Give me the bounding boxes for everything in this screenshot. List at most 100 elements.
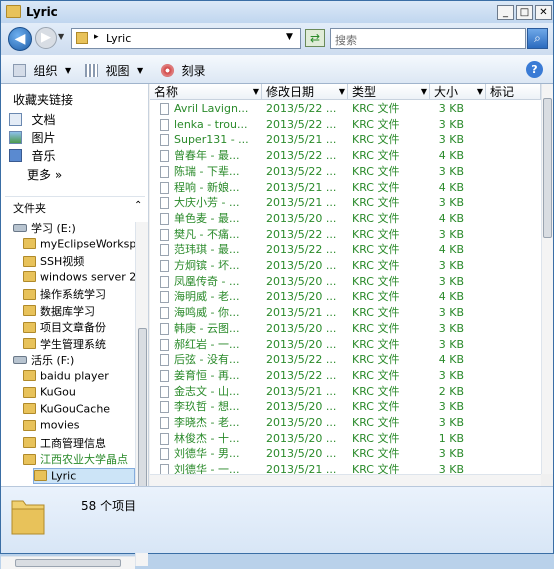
file-row[interactable]: 林俊杰 - 十... 2013/5/20 ... KRC 文件 1 KB <box>150 431 541 446</box>
file-row[interactable]: 凤凰传奇 - ... 2013/5/20 ... KRC 文件 3 KB <box>150 274 541 289</box>
file-list-horizontal-scrollbar[interactable] <box>150 474 541 486</box>
file-row[interactable]: 海鸣威 - 你... 2013/5/21 ... KRC 文件 3 KB <box>150 305 541 320</box>
file-row[interactable]: lenka - trou... 2013/5/22 ... KRC 文件 3 KB <box>150 117 541 132</box>
views-button[interactable]: 视图 ▼ <box>85 62 143 78</box>
file-size: 3 KB <box>438 227 464 241</box>
file-type: KRC 文件 <box>352 211 400 225</box>
file-size: 3 KB <box>438 463 464 474</box>
tree-item[interactable]: 工商管理信息 <box>23 435 135 451</box>
tree-item[interactable]: myEclipseWorkspace <box>23 237 135 253</box>
file-type: KRC 文件 <box>352 180 400 194</box>
file-name-label: 樊凡 - 不痛... <box>174 227 240 241</box>
tree-item[interactable]: SSH视频 <box>23 253 135 269</box>
tree-item[interactable]: 学习 (E:) <box>13 220 135 236</box>
column-header-size[interactable]: 大小 ▼ <box>430 84 486 100</box>
file-row[interactable]: 后弦 - 没有... 2013/5/22 ... KRC 文件 4 KB <box>150 352 541 367</box>
column-header-name[interactable]: 名称 ▼ <box>150 84 262 100</box>
file-row[interactable]: 李晓杰 - 老... 2013/5/20 ... KRC 文件 3 KB <box>150 415 541 430</box>
tree-item[interactable]: Lyric <box>33 467 135 484</box>
file-row[interactable]: 韩庚 - 云图... 2013/5/20 ... KRC 文件 3 KB <box>150 321 541 336</box>
scroll-thumb[interactable] <box>543 98 552 238</box>
file-row[interactable]: Avril Lavign... 2013/5/22 ... KRC 文件 3 KB <box>150 101 541 116</box>
history-dropdown-icon[interactable]: ▼ <box>58 32 68 42</box>
file-name-label: 李晓杰 - 老... <box>174 416 240 429</box>
file-type: KRC 文件 <box>352 164 400 178</box>
tree-item[interactable]: 项目文章备份 <box>23 319 135 335</box>
maximize-button[interactable]: □ <box>516 5 533 20</box>
file-row[interactable]: 陈瑞 - 下辈... 2013/5/22 ... KRC 文件 3 KB <box>150 164 541 179</box>
favorite-pictures[interactable]: 图片 <box>9 129 56 145</box>
file-size: 4 KB <box>438 353 464 367</box>
file-row[interactable]: 海明威 - 老... 2013/5/20 ... KRC 文件 4 KB <box>150 289 541 304</box>
refresh-button[interactable]: ⇄ <box>305 29 325 47</box>
navigation-horizontal-scrollbar[interactable] <box>1 556 135 569</box>
tree-item[interactable]: KuGou <box>23 385 135 401</box>
file-row[interactable]: 樊凡 - 不痛... 2013/5/22 ... KRC 文件 3 KB <box>150 227 541 242</box>
chevron-down-icon[interactable]: ▼ <box>477 84 483 100</box>
tree-item-label: myEclipseWorkspace <box>40 237 135 250</box>
details-pane: 58 个项目 <box>1 486 553 553</box>
minimize-button[interactable]: _ <box>497 5 514 20</box>
tree-item[interactable]: 操作系统学习 <box>23 286 135 302</box>
file-row[interactable]: Super131 - ... 2013/5/21 ... KRC 文件 3 KB <box>150 132 541 147</box>
file-row[interactable]: 曾春年 - 最... 2013/5/22 ... KRC 文件 4 KB <box>150 148 541 163</box>
chevron-down-icon[interactable]: ▼ <box>339 84 345 100</box>
tree-item-label: 活乐 (F:) <box>31 354 75 367</box>
file-row[interactable]: 方炯镔 - 坏... 2013/5/20 ... KRC 文件 3 KB <box>150 258 541 273</box>
address-dropdown-icon[interactable]: ▼ <box>286 32 293 42</box>
chevron-up-icon[interactable]: ⌃ <box>134 200 142 211</box>
tree-item[interactable]: windows server 2008 <box>23 270 135 286</box>
burn-button[interactable]: 刻录 <box>161 62 206 78</box>
file-row[interactable]: 程响 - 新娘... 2013/5/21 ... KRC 文件 4 KB <box>150 180 541 195</box>
search-icon[interactable]: ⌕ <box>527 28 548 49</box>
file-date: 2013/5/20 ... <box>266 447 337 461</box>
tree-item[interactable]: movies <box>23 418 135 434</box>
chevron-down-icon[interactable]: ▼ <box>253 84 259 100</box>
breadcrumb-lyric[interactable]: Lyric <box>106 32 131 45</box>
search-placeholder: 搜索 <box>335 34 357 47</box>
scroll-thumb[interactable] <box>15 559 121 567</box>
file-date: 2013/5/22 ... <box>266 243 337 257</box>
tree-item[interactable]: 活乐 (F:) <box>13 352 135 368</box>
search-input[interactable]: 搜索 <box>330 28 526 49</box>
column-header-date[interactable]: 修改日期 ▼ <box>262 84 348 100</box>
back-button[interactable]: ◀ <box>8 27 32 51</box>
file-row[interactable]: 刘德华 - 男... 2013/5/20 ... KRC 文件 3 KB <box>150 446 541 461</box>
tree-item[interactable]: 数据库学习 <box>23 303 135 319</box>
file-row[interactable]: 李玖哲 - 想... 2013/5/20 ... KRC 文件 3 KB <box>150 399 541 414</box>
forward-button[interactable]: ▶ <box>35 27 57 49</box>
tree-item-label: 江西农业大学晶点 <box>40 453 128 466</box>
column-header-type[interactable]: 类型 ▼ <box>348 84 430 100</box>
file-row[interactable]: 姜育恒 - 再... 2013/5/22 ... KRC 文件 3 KB <box>150 368 541 383</box>
file-row[interactable]: 刘德华 - 一... 2013/5/21 ... KRC 文件 3 KB <box>150 462 541 474</box>
organize-button[interactable]: 组织 ▼ <box>13 62 71 78</box>
navigation-pane: 收藏夹链接 文档 图片 音乐 更多 » 文件夹 ⌃ 学习 (E:) myEclip… <box>1 84 149 569</box>
file-row[interactable]: 范玮琪 - 最... 2013/5/22 ... KRC 文件 4 KB <box>150 242 541 257</box>
tree-item-label: 学习 (E:) <box>31 222 76 235</box>
file-name-label: 海明威 - 老... <box>174 290 240 304</box>
column-header-tags[interactable]: 标记 <box>486 84 541 100</box>
file-row[interactable]: 郝红岩 - 一... 2013/5/20 ... KRC 文件 3 KB <box>150 337 541 352</box>
file-row[interactable]: 金志文 - 山... 2013/5/21 ... KRC 文件 2 KB <box>150 384 541 399</box>
file-list-vertical-scrollbar[interactable] <box>541 84 553 474</box>
address-field[interactable]: ▸ Lyric ▼ <box>71 28 301 49</box>
tree-item[interactable]: 江西农业大学晶点 <box>23 451 135 467</box>
file-type: KRC 文件 <box>352 196 400 210</box>
file-row[interactable]: 单色麦 - 最... 2013/5/20 ... KRC 文件 4 KB <box>150 211 541 226</box>
help-icon[interactable]: ? <box>526 61 543 78</box>
tree-item[interactable]: 学生管理系统 <box>23 336 135 352</box>
file-date: 2013/5/21 ... <box>266 196 337 210</box>
breadcrumb-chevron-icon[interactable]: ▸ <box>94 32 99 42</box>
close-button[interactable]: ✕ <box>535 5 552 20</box>
favorite-music[interactable]: 音乐 <box>9 147 56 163</box>
address-bar: ◀ ▶ ▼ ▸ Lyric ▼ ⇄ 搜索 ⌕ <box>1 23 553 55</box>
file-name: 程响 - 新娘... <box>160 180 262 195</box>
chevron-down-icon[interactable]: ▼ <box>421 84 427 100</box>
file-type: KRC 文件 <box>352 227 400 241</box>
tree-item[interactable]: baidu player <box>23 369 135 385</box>
file-row[interactable]: 大庆小芳 - ... 2013/5/21 ... KRC 文件 3 KB <box>150 195 541 210</box>
favorite-documents[interactable]: 文档 <box>9 111 56 127</box>
more-link[interactable]: 更多 » <box>27 166 62 183</box>
tree-item[interactable]: KuGouCache <box>23 402 135 418</box>
folders-header[interactable]: 文件夹 <box>13 200 46 216</box>
